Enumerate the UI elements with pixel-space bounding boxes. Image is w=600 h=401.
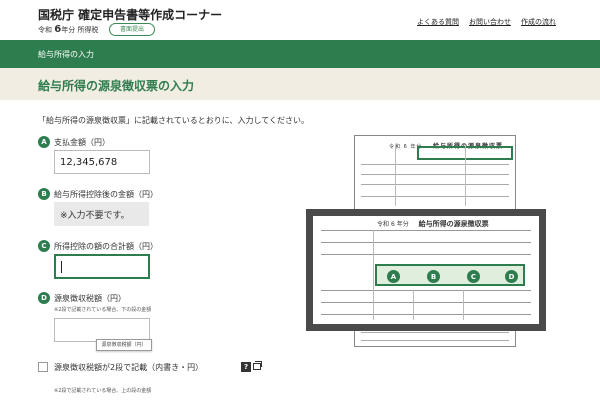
- two-tier-note: ※2段で記載されている場合、上の段の金額: [54, 388, 152, 394]
- slip-line: [321, 230, 531, 231]
- badge-b-icon: B: [38, 188, 50, 200]
- slip-line: [361, 332, 509, 333]
- contact-link[interactable]: お問い合わせ: [469, 17, 511, 27]
- mark-d-icon: D: [505, 270, 518, 283]
- after-deduction-amount-field: ※入力不要です。: [54, 202, 149, 226]
- slip-line: [465, 146, 466, 206]
- slip-line: [373, 230, 374, 320]
- zoom-era: 令和: [377, 221, 390, 228]
- payment-amount-input[interactable]: 12,345,678: [54, 150, 150, 174]
- field-a-label-text: 支払金額（円）: [54, 137, 110, 147]
- tax-type: 所得税: [77, 26, 99, 34]
- new-window-icon[interactable]: [253, 361, 262, 370]
- breadcrumb-bar: 給与所得の入力: [0, 40, 600, 68]
- slip-line: [361, 340, 509, 341]
- text-cursor: [61, 260, 62, 273]
- mark-c-icon: C: [467, 270, 480, 283]
- zoom-doc-title: 給与所得の源泉徴収票: [418, 220, 489, 228]
- breadcrumb: 給与所得の入力: [38, 50, 94, 59]
- field-b-label-text: 給与所得控除後の金額（円）: [54, 189, 158, 199]
- paper-submission-button[interactable]: 書面提出: [109, 23, 155, 36]
- slip-line: [361, 164, 509, 165]
- badge-a-icon: A: [38, 136, 50, 148]
- zoom-title: 令和 6 年分 給与所得の源泉徴収票: [377, 219, 489, 229]
- page-title-bar: 給与所得の源泉徴収票の入力: [0, 68, 600, 100]
- field-b-label: B 給与所得控除後の金額（円）: [38, 188, 158, 200]
- total-deduction-input[interactable]: [54, 254, 150, 279]
- withholding-slip-illustration: 令和 6 年分 給与所得の源泉徴収票 令和 6 年分 給与所得の源泉徴収票: [306, 135, 546, 350]
- field-a-label: A 支払金額（円）: [38, 136, 110, 148]
- slip-line: [321, 314, 531, 315]
- slip-back-year: 6: [403, 144, 408, 150]
- header-links: よくある質問 お問い合わせ 作成の流れ: [417, 17, 556, 27]
- slip-highlight-row: A B C D: [375, 264, 525, 286]
- withholding-tooltip: 源泉徴収税額（円）: [96, 339, 152, 351]
- slip-line: [361, 184, 509, 185]
- slip-line: [321, 254, 531, 255]
- two-tier-checkbox-label[interactable]: 源泉徴収税額が2段で記載（内書き・円）: [54, 362, 203, 373]
- zoom-year: 6: [390, 221, 395, 228]
- page-title: 給与所得の源泉徴収票の入力: [38, 79, 195, 93]
- mark-a-icon: A: [387, 270, 400, 283]
- two-tier-checkbox[interactable]: [38, 362, 48, 372]
- badge-c-icon: C: [38, 240, 50, 252]
- slip-line: [463, 290, 464, 320]
- field-c-label-text: 所得控除の額の合計額（円）: [54, 241, 158, 251]
- faq-link[interactable]: よくある質問: [417, 17, 459, 27]
- slip-line: [361, 174, 509, 175]
- app-title: 国税庁 確定申告書等作成コーナー: [38, 8, 223, 22]
- badge-d-icon: D: [38, 292, 50, 304]
- slip-line: [321, 302, 531, 303]
- tax-year-era: 令和: [38, 26, 52, 34]
- tax-year-suffix: 年分: [61, 26, 76, 34]
- slip-line: [321, 290, 531, 291]
- withholding-note: ※2段で記載されている場合、下の段の金額: [54, 307, 152, 313]
- field-d-label-text: 源泉徴収税額（円）: [54, 293, 126, 303]
- slip-line: [413, 290, 414, 320]
- tax-year: 令和 6年分 所得税: [38, 24, 98, 35]
- zoom-year-suffix: 年分: [396, 221, 409, 228]
- slip-line: [321, 242, 531, 243]
- flow-link[interactable]: 作成の流れ: [521, 17, 556, 27]
- help-icon[interactable]: ?: [241, 362, 251, 372]
- field-c-label: C 所得控除の額の合計額（円）: [38, 240, 158, 252]
- field-d-label: D 源泉徴収税額（円）: [38, 292, 126, 304]
- slip-line: [361, 196, 509, 197]
- instruction-text: 「給与所得の源泉徴収票」に記載されているとおりに、入力してください。: [38, 116, 310, 125]
- slip-line: [395, 146, 396, 206]
- mark-b-icon: B: [427, 270, 440, 283]
- app-header: 国税庁 確定申告書等作成コーナー 令和 6年分 所得税 書面提出 よくある質問 …: [0, 0, 600, 40]
- slip-zoom-view: 令和 6 年分 給与所得の源泉徴収票 A B C D: [306, 209, 546, 331]
